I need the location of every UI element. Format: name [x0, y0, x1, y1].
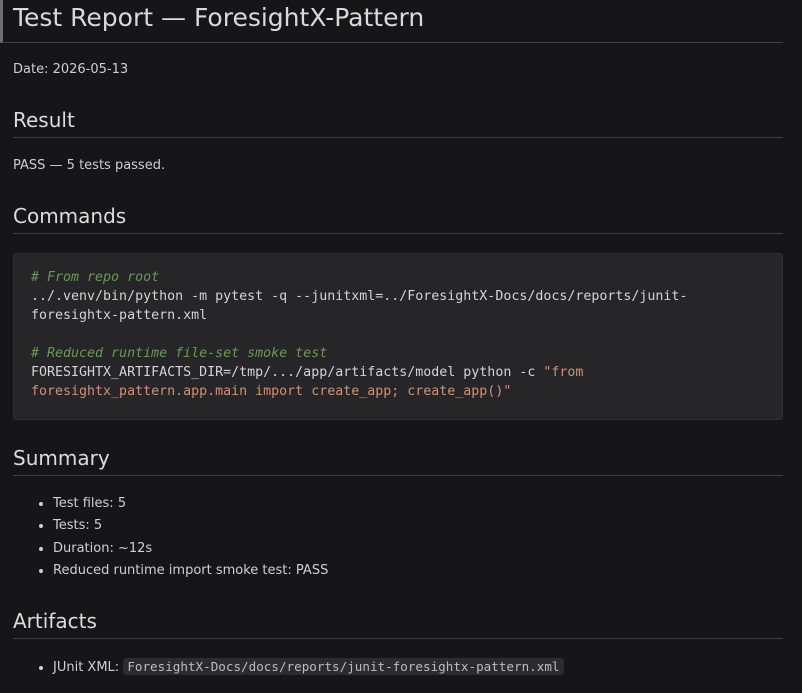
list-item: Tests: 5 — [53, 515, 328, 537]
summary-heading: Summary — [13, 446, 783, 476]
list-item: Test files: 5 — [53, 493, 328, 515]
code-string: foresightx_pattern.app.main import creat… — [31, 384, 512, 399]
result-text: PASS — 5 tests passed. — [13, 158, 166, 173]
artifact-path[interactable]: ForesightX-Docs/docs/reports/junit-fores… — [123, 658, 564, 675]
list-item: JUnit XML: ForesightX-Docs/docs/reports/… — [53, 656, 564, 678]
code-line: FORESIGHTX_ARTIFACTS_DIR=/tmp/.../app/ar… — [31, 363, 766, 382]
code-command-text: FORESIGHTX_ARTIFACTS_DIR=/tmp/.../app/ar… — [31, 365, 544, 380]
code-line: foresightx-pattern.xml — [31, 308, 208, 323]
list-item: Reduced runtime import smoke test: PASS — [53, 560, 328, 582]
commands-heading: Commands — [13, 204, 783, 234]
commands-code-block[interactable]: # From repo root ../.venv/bin/python -m … — [13, 253, 783, 420]
artifacts-list: JUnit XML: ForesightX-Docs/docs/reports/… — [13, 656, 564, 678]
code-line: ../.venv/bin/python -m pytest -q --junit… — [31, 289, 688, 304]
page-title: Test Report — ForesightX-Pattern — [0, 0, 783, 43]
code-string: "from — [543, 365, 584, 380]
report-date: Date: 2026-05-13 — [13, 62, 129, 77]
list-item: Duration: ~12s — [53, 538, 328, 560]
summary-list: Test files: 5 Tests: 5 Duration: ~12s Re… — [13, 493, 328, 582]
code-comment: # From repo root — [31, 270, 160, 285]
artifact-label: JUnit XML: — [53, 660, 124, 675]
code-comment: # Reduced runtime file-set smoke test — [31, 346, 328, 361]
artifacts-heading: Artifacts — [13, 609, 783, 639]
result-heading: Result — [13, 108, 783, 138]
